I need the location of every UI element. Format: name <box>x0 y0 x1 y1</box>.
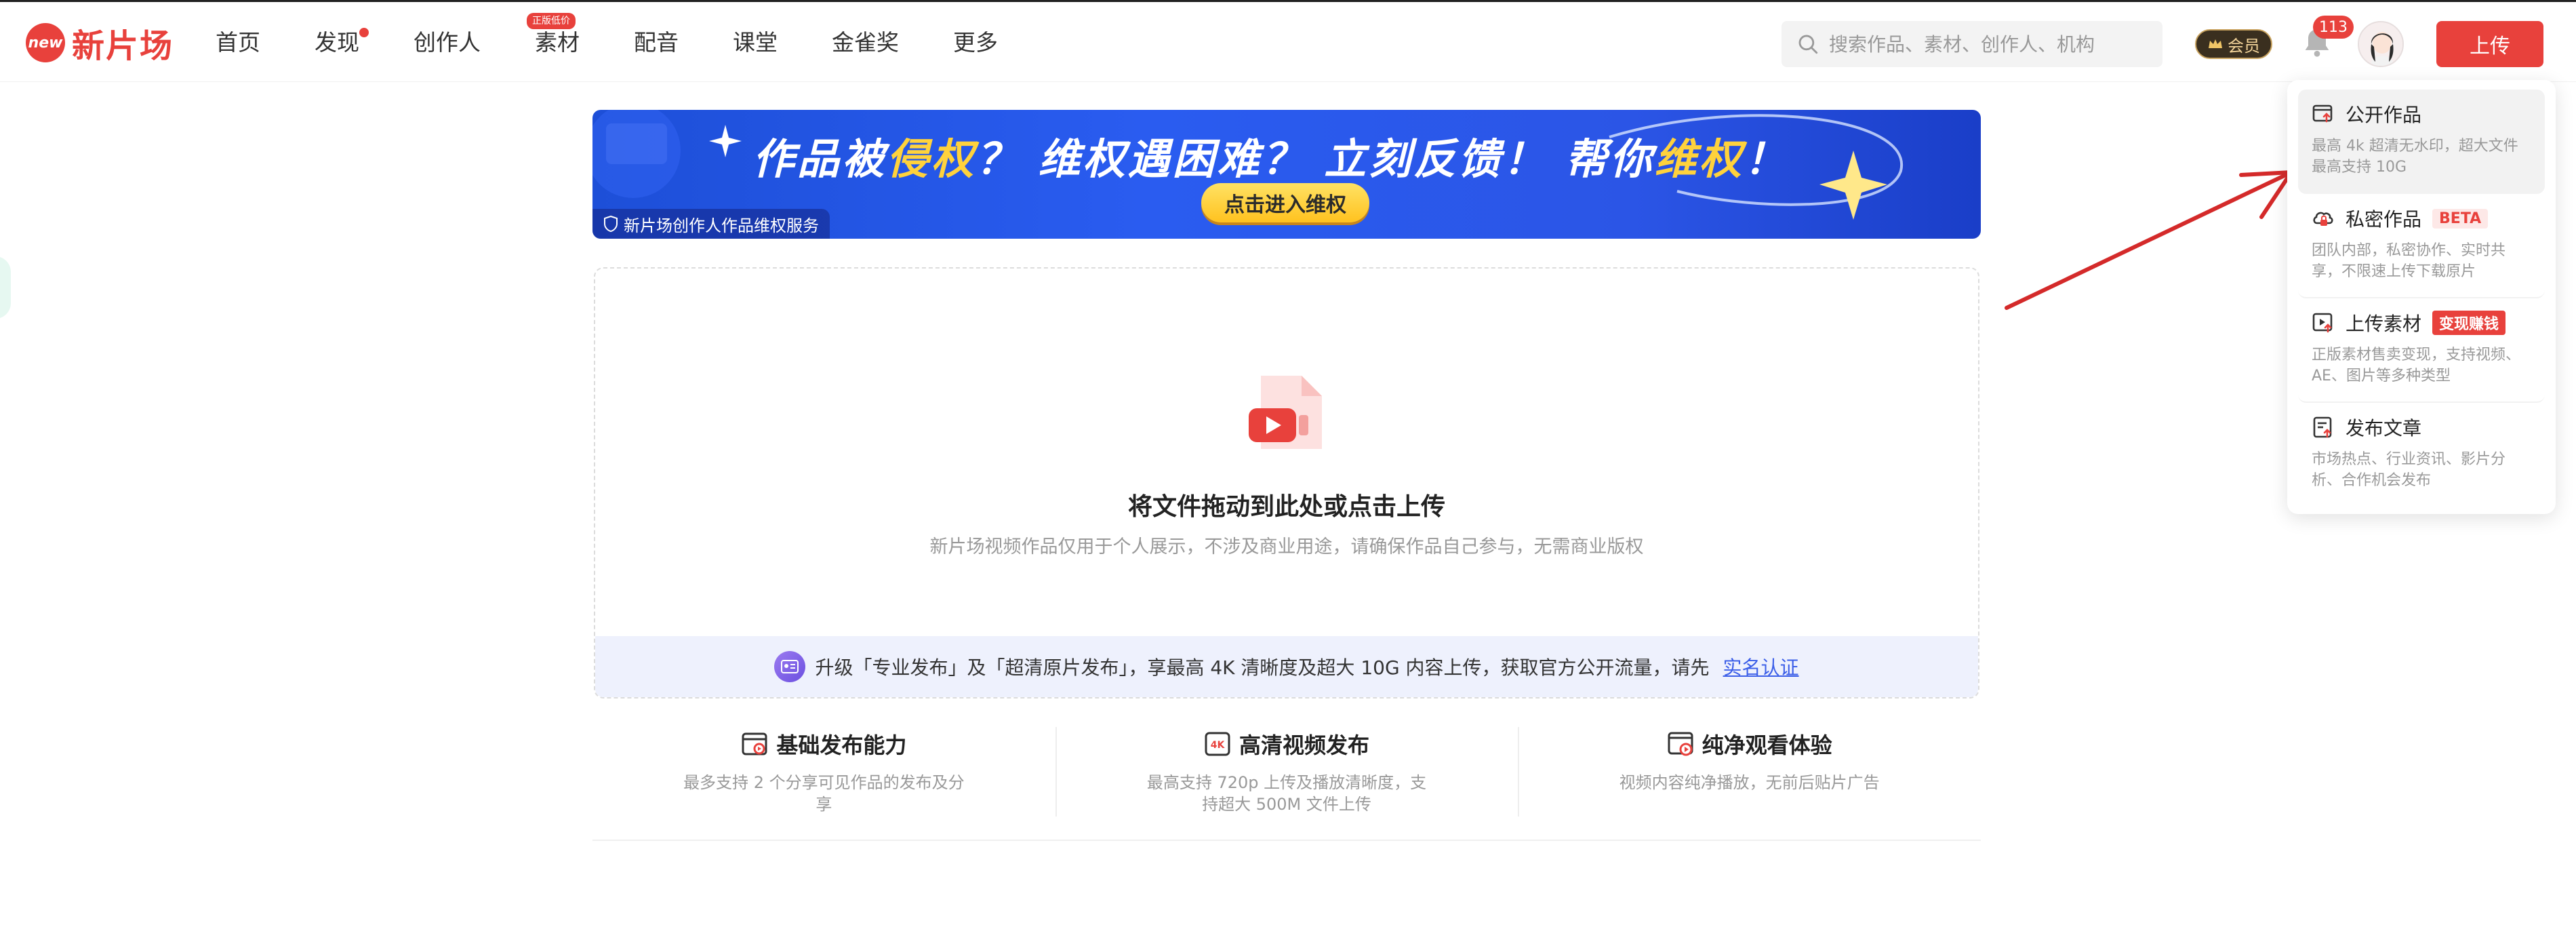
feature-title: 纯净观看体验 <box>1702 732 1832 758</box>
menu-item-desc: 正版素材售卖变现，支持视频、AE、图片等多种类型 <box>2312 347 2521 385</box>
feature-row: 基础发布能力 最多支持 2 个分享可见作品的发布及分享 4K 高清视频发布 最高… <box>592 723 1981 841</box>
feature-clean-playback: 纯净观看体验 视频内容纯净播放，无前后贴片广告 <box>1518 723 1981 840</box>
feature-desc: 视频内容纯净播放，无前后贴片广告 <box>1619 773 1880 792</box>
new-dot-badge <box>359 28 369 37</box>
crown-icon <box>2209 39 2222 48</box>
notification-count-badge: 113 <box>2313 16 2354 39</box>
banner-title: 作品被侵权？ 维权遇困难？ 立刻反馈！ 帮你维权！ <box>752 134 1789 184</box>
logo-text: 新片场 <box>72 27 174 65</box>
beta-tag: BETA <box>2432 208 2489 229</box>
nav-item-home[interactable]: 首页 <box>216 26 260 59</box>
side-float-tab[interactable] <box>0 256 11 319</box>
logo[interactable]: new 新片场 <box>26 22 174 65</box>
search-input[interactable] <box>1829 33 2154 56</box>
public-work-icon <box>2312 104 2333 123</box>
menu-item-desc: 市场热点、行业资讯、影片分析、合作机会发布 <box>2312 451 2506 489</box>
dropzone-subtitle: 新片场视频作品仅用于个人展示，不涉及商业用途，请确保作品自己参与，无需商业版权 <box>929 536 1644 557</box>
enter-rights-button[interactable]: 点击进入维权 <box>1201 183 1369 222</box>
nav-item-more[interactable]: 更多 <box>953 26 998 59</box>
menu-item-public-work[interactable]: 公开作品 最高 4k 超清无水印，超大文件最高支持 10G <box>2298 90 2545 194</box>
sparkle-icon <box>709 125 742 157</box>
main-nav: 首页 发现 创作人 正版低价 素材 配音 课堂 金雀奖 更多 <box>216 13 1052 59</box>
menu-item-desc: 最高 4k 超清无水印，超大文件最高支持 10G <box>2312 138 2518 176</box>
feature-desc: 最高支持 720p 上传及播放清晰度，支持超大 500M 文件上传 <box>1146 773 1427 814</box>
nav-item-discover[interactable]: 发现 <box>315 26 369 59</box>
upload-asset-icon <box>2312 313 2333 333</box>
annotation-arrow <box>2005 170 2293 310</box>
feature-basic-publish: 基础发布能力 最多支持 2 个分享可见作品的发布及分享 <box>592 723 1055 840</box>
article-icon <box>2313 416 2332 438</box>
nav-item-creators[interactable]: 创作人 <box>414 26 481 59</box>
svg-text:4K: 4K <box>1211 740 1226 751</box>
avatar[interactable] <box>2358 21 2404 67</box>
private-cloud-icon <box>2313 212 2333 226</box>
nav-item-dubbing[interactable]: 配音 <box>634 26 679 59</box>
upgrade-text: 升级「专业发布」及「超清原片发布」，享最高 4K 清晰度及超大 10G 内容上传… <box>815 656 1710 679</box>
basic-publish-icon <box>742 732 767 755</box>
menu-item-title: 上传素材 <box>2346 313 2422 335</box>
nav-promo-tag: 正版低价 <box>527 13 576 29</box>
menu-item-title: 公开作品 <box>2346 104 2422 126</box>
upload-button[interactable]: 上传 <box>2436 21 2543 67</box>
upload-dropdown-menu: 公开作品 最高 4k 超清无水印，超大文件最高支持 10G 私密作品 BETA … <box>2287 80 2556 514</box>
dropzone-title: 将文件拖动到此处或点击上传 <box>1127 493 1445 521</box>
banner-footer-text: 新片场创作人作品维权服务 <box>624 216 819 235</box>
monetize-tag: 变现赚钱 <box>2432 311 2506 335</box>
real-name-verify-link[interactable]: 实名认证 <box>1723 653 1799 680</box>
feature-desc: 最多支持 2 个分享可见作品的发布及分享 <box>683 773 965 814</box>
menu-item-title: 发布文章 <box>2346 417 2422 439</box>
4k-icon: 4K <box>1205 732 1230 756</box>
nav-item-assets[interactable]: 正版低价 素材 <box>527 13 580 59</box>
search-box[interactable] <box>1782 21 2162 67</box>
upload-dropzone[interactable]: 将文件拖动到此处或点击上传 新片场视频作品仅用于个人展示，不涉及商业用途，请确保… <box>594 267 1979 699</box>
menu-item-desc: 团队内部，私密协作、实时共享，不限速上传下载原片 <box>2312 242 2506 280</box>
avatar-image <box>2359 22 2402 66</box>
feature-hd-publish: 4K 高清视频发布 最高支持 720p 上传及播放清晰度，支持超大 500M 文… <box>1055 723 1518 840</box>
id-card-icon <box>774 651 806 682</box>
video-file-icon <box>1249 376 1322 449</box>
top-header: new 新片场 首页 发现 创作人 正版低价素材 配音 课堂 金雀奖 更多 会员… <box>0 2 2576 82</box>
vip-button[interactable]: 会员 <box>2195 29 2272 59</box>
vip-label: 会员 <box>2228 36 2260 56</box>
clean-play-icon <box>1668 732 1693 756</box>
rights-protection-banner[interactable]: 作品被侵权？ 维权遇困难？ 立刻反馈！ 帮你维权！ 点击进入维权 新片场创作人作… <box>592 110 1981 239</box>
nav-item-award[interactable]: 金雀奖 <box>832 26 899 59</box>
feature-title: 基础发布能力 <box>776 732 907 758</box>
menu-item-publish-article[interactable]: 发布文章 市场热点、行业资讯、影片分析、合作机会发布 <box>2298 403 2545 507</box>
menu-item-private-work[interactable]: 私密作品 BETA 团队内部，私密协作、实时共享，不限速上传下载原片 <box>2298 194 2545 298</box>
feature-title: 高清视频发布 <box>1239 732 1370 758</box>
upgrade-notice-bar: 升级「专业发布」及「超清原片发布」，享最高 4K 清晰度及超大 10G 内容上传… <box>595 636 1978 697</box>
logo-badge: new <box>26 23 65 62</box>
search-icon <box>1798 35 1818 54</box>
menu-item-upload-asset[interactable]: 上传素材 变现赚钱 正版素材售卖变现，支持视频、AE、图片等多种类型 <box>2298 298 2545 403</box>
shield-icon <box>604 216 618 232</box>
menu-item-title: 私密作品 <box>2346 208 2422 231</box>
banner-footer: 新片场创作人作品维权服务 <box>592 209 830 239</box>
nav-item-classroom[interactable]: 课堂 <box>733 26 778 59</box>
